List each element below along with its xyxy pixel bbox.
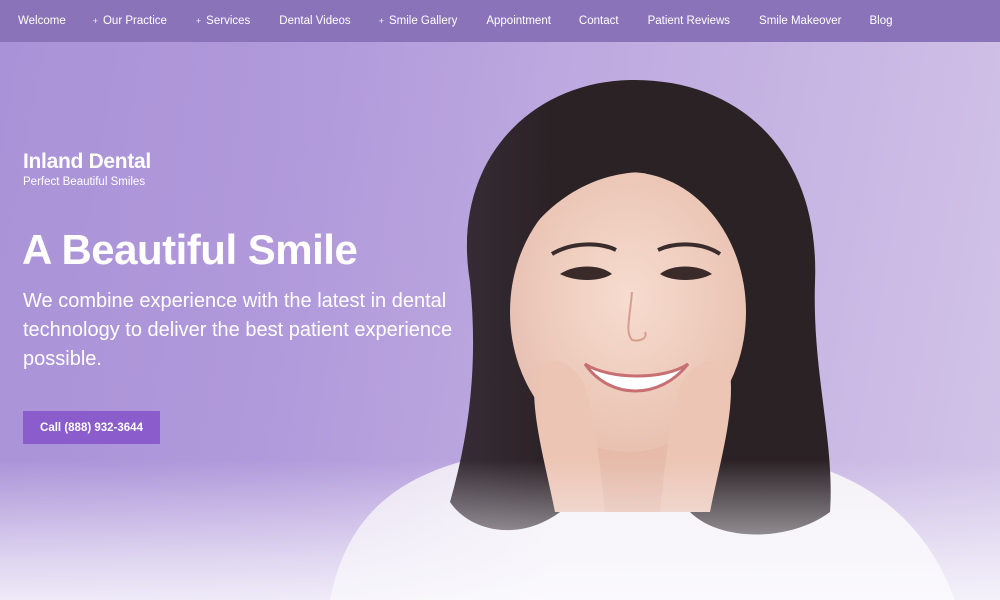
plus-icon: + (92, 16, 98, 26)
nav-item-label: Appointment (486, 15, 551, 27)
hero-headline: A Beautiful Smile (22, 226, 358, 273)
nav-item-label: Blog (869, 15, 893, 27)
hero-subtext: We combine experience with the latest in… (23, 290, 453, 370)
nav-item-label: Smile Makeover (759, 15, 842, 27)
nav-item-label: Services (206, 15, 251, 27)
main-navigation: Welcome + Our Practice + Services Dental… (0, 0, 1000, 42)
nav-item-smile-makeover[interactable]: Smile Makeover (759, 15, 841, 27)
brand-name: Inland Dental (23, 150, 151, 173)
nav-item-dental-videos[interactable]: Dental Videos (279, 15, 350, 27)
nav-item-blog[interactable]: Blog (869, 15, 892, 27)
nav-item-label: Patient Reviews (647, 15, 731, 27)
nav-item-contact[interactable]: Contact (579, 15, 619, 27)
brand-logo[interactable]: Inland Dental Perfect Beautiful Smiles (23, 150, 151, 188)
nav-item-smile-gallery[interactable]: + Smile Gallery (379, 15, 458, 27)
nav-item-welcome[interactable]: Welcome (18, 15, 66, 27)
nav-item-appointment[interactable]: Appointment (486, 15, 551, 27)
call-phone-button[interactable]: Call (888) 932-3644 (23, 411, 160, 444)
nav-item-label: Our Practice (102, 15, 167, 27)
plus-icon: + (378, 16, 384, 26)
nav-item-services[interactable]: + Services (196, 15, 250, 27)
nav-item-label: Contact (578, 15, 619, 27)
nav-item-label: Smile Gallery (388, 15, 458, 27)
plus-icon: + (195, 16, 202, 26)
nav-item-patient-reviews[interactable]: Patient Reviews (648, 15, 730, 27)
brand-tagline: Perfect Beautiful Smiles (23, 176, 146, 188)
nav-item-our-practice[interactable]: + Our Practice (93, 15, 167, 27)
nav-item-label: Welcome (18, 15, 66, 27)
nav-item-label: Dental Videos (279, 15, 351, 27)
hero-banner: Inland Dental Perfect Beautiful Smiles A… (0, 42, 1000, 600)
